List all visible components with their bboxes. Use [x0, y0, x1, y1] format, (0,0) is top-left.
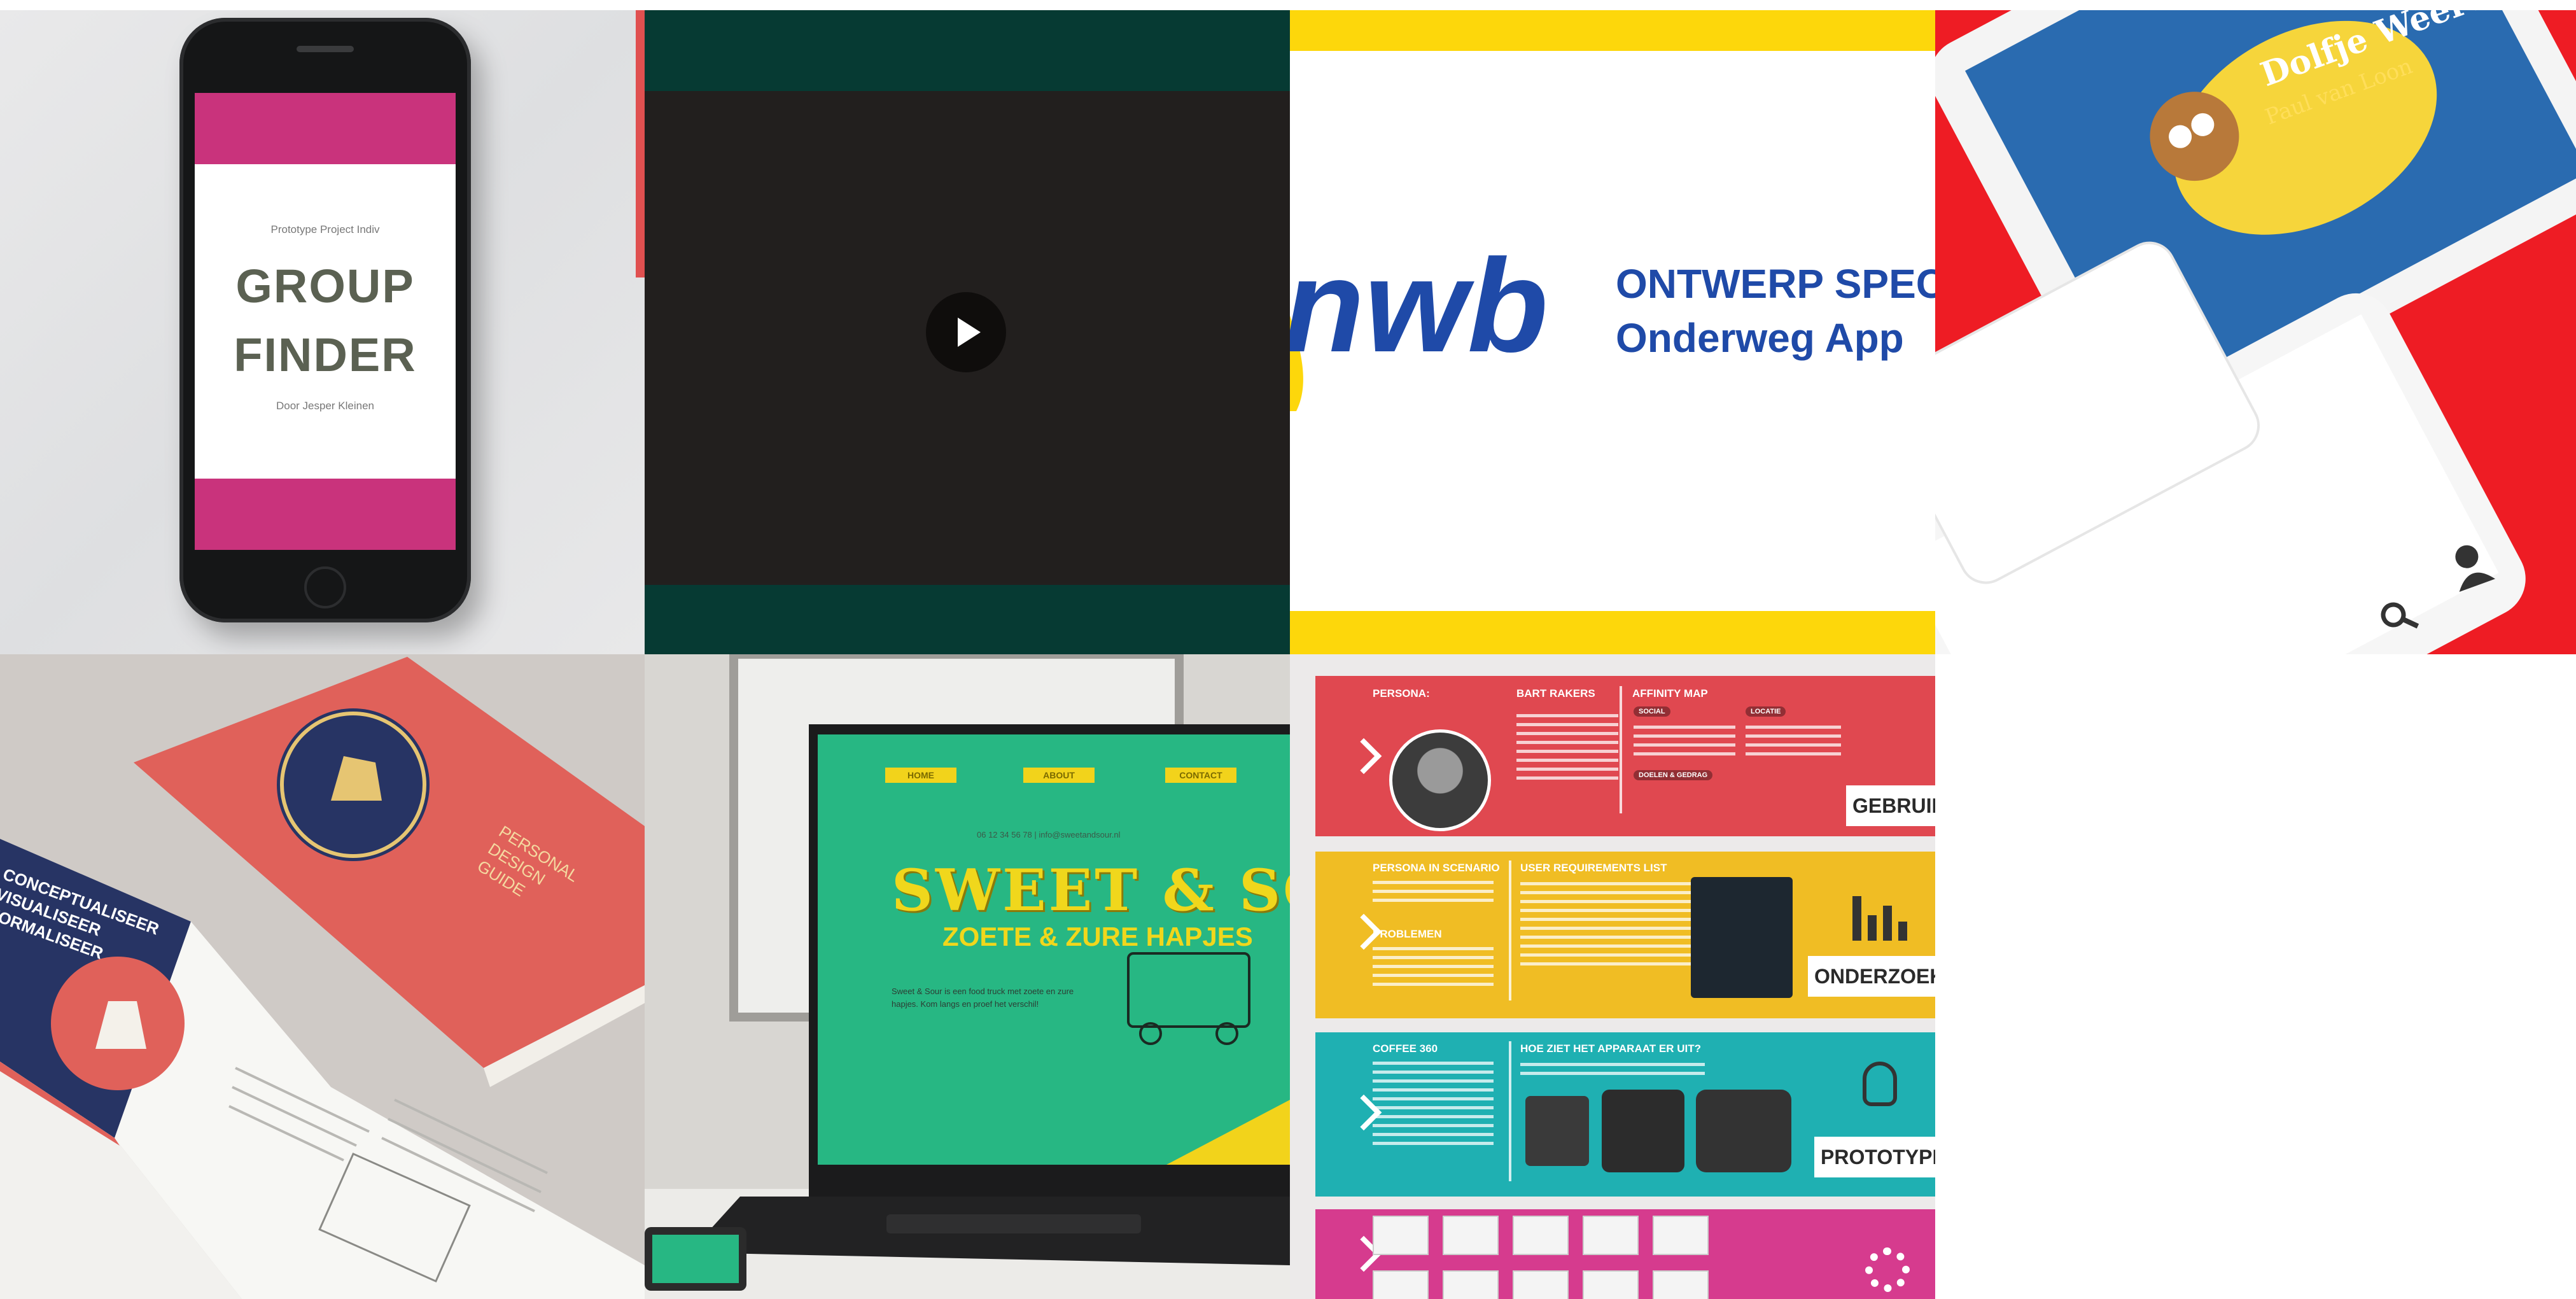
coffee-title: COFFEE 360	[1373, 1043, 1438, 1055]
problemen-notes	[1373, 947, 1494, 992]
anwb-logo-text: nwb	[1290, 232, 1548, 380]
step-thumbnail	[1583, 1216, 1639, 1255]
portfolio-grid: Prototype Project Indiv GROUP FINDER Doo…	[0, 10, 2576, 1299]
bar-chart-icon	[1849, 896, 1912, 941]
step-thumbnail	[1443, 1270, 1499, 1299]
screen-title-line1: GROUP	[235, 260, 415, 312]
nav-about: ABOUT	[1023, 768, 1095, 783]
scenario-notes	[1373, 881, 1494, 908]
poster-section-steps	[1315, 1209, 1935, 1299]
pill-social: SOCIAL	[1634, 706, 1670, 717]
step-thumbnail	[1513, 1270, 1569, 1299]
tile-video[interactable]	[645, 10, 1290, 654]
play-icon[interactable]	[926, 292, 1006, 372]
coffee-notes	[1373, 1062, 1494, 1151]
section-divider	[1509, 1041, 1511, 1181]
section-divider	[1620, 686, 1622, 813]
persona-details	[1516, 714, 1618, 785]
poster-section-prototype: COFFEE 360 HOE ZIET HET APPARAAT ER UIT?…	[1315, 1032, 1935, 1197]
problemen-title: PROBLEMEN	[1373, 928, 1442, 940]
requirements-notes	[1520, 882, 1705, 971]
pill-doelen: DOELEN & GEDRAG	[1634, 770, 1713, 780]
screen-byline: Door Jesper Kleinen	[276, 400, 375, 412]
lightbulb-icon	[1863, 1062, 1897, 1106]
spec-subtitle: Onderweg App	[1616, 315, 1904, 361]
anwb-logo: nwb	[1290, 232, 1548, 411]
affinity-title: AFFINITY MAP	[1632, 687, 1708, 699]
step-thumbnail	[1443, 1216, 1499, 1255]
step-thumbnail	[1373, 1216, 1429, 1255]
persona-label: PERSONA:	[1373, 687, 1430, 699]
poster-section-onderzoek: PERSONA IN SCENARIO PROBLEMEN USER REQUI…	[1315, 852, 1935, 1018]
tile-design-guide[interactable]: PERSONAL DESIGN GUIDE CONCEPTUALISEER VI…	[0, 654, 645, 1299]
persona-name: BART RAKERS	[1516, 687, 1595, 699]
tag-onderzoek: ONDERZOEK	[1808, 956, 1935, 997]
tile-group-finder[interactable]: Prototype Project Indiv GROUP FINDER Doo…	[0, 10, 645, 654]
apparaat-notes	[1520, 1063, 1705, 1081]
research-photo	[1691, 877, 1793, 998]
step-thumbnail	[1583, 1270, 1639, 1299]
tablet-mockup: Dolfje Weerwolfje Paul van Loon	[1935, 10, 2576, 654]
yellow-top-band	[1290, 10, 1935, 51]
screen-title-line2: FINDER	[234, 328, 417, 381]
nav-home: HOME	[885, 768, 956, 783]
requirements-title: USER REQUIREMENTS LIST	[1520, 862, 1667, 874]
books-mockup: PERSONAL DESIGN GUIDE CONCEPTUALISEER VI…	[0, 657, 645, 1299]
device-sketch-3	[1696, 1090, 1791, 1172]
contact-line: 06 12 34 56 78 | info@sweetandsour.nl	[977, 830, 1121, 839]
affinity-notes	[1634, 726, 1735, 761]
laptop-mockup	[645, 654, 1290, 1299]
section-divider	[1509, 860, 1511, 1001]
step-thumbnail	[1513, 1216, 1569, 1255]
sweet-sour-subtitle: ZOETE & ZURE HAPJES	[942, 922, 1253, 951]
screen-title: GROUP FINDER	[195, 252, 456, 390]
step-thumbnail	[1373, 1270, 1429, 1299]
persona-avatar	[1389, 729, 1491, 831]
sweet-sour-body: Sweet & Sour is een food truck met zoete…	[892, 987, 1074, 1009]
phone-mockup: Prototype Project Indiv GROUP FINDER Doo…	[179, 18, 471, 622]
home-button	[304, 566, 346, 608]
locatie-notes	[1746, 726, 1841, 761]
chevron-right-icon	[1345, 738, 1382, 775]
tile-coffee-poster[interactable]: PERSONA: BART RAKERS AFFINITY MAP SOCIAL…	[1290, 654, 1935, 1299]
apparaat-title: HOE ZIET HET APPARAAT ER UIT?	[1520, 1043, 1701, 1055]
yellow-bottom-band	[1290, 611, 1935, 654]
tile-dolfje[interactable]: Dolfje Weerwolfje Paul van Loon	[1935, 10, 2576, 654]
sweet-sour-title: SWEET & SOUR	[892, 857, 1290, 924]
screen-bottom-bar	[195, 479, 456, 550]
tile-anwb[interactable]: nwb ONTWERP SPEC Onderweg App	[1290, 10, 1935, 654]
scenario-title: PERSONA IN SCENARIO	[1373, 862, 1500, 874]
phone-earpiece	[297, 46, 354, 52]
device-sketch-1	[1525, 1096, 1589, 1166]
spec-title: ONTWERP SPEC	[1616, 261, 1935, 307]
empty-tile	[1935, 654, 2576, 1299]
poster-section-persona: PERSONA: BART RAKERS AFFINITY MAP SOCIAL…	[1315, 676, 1935, 836]
tag-prototype: PROTOTYPE	[1814, 1137, 1935, 1177]
pill-locatie: LOCATIE	[1746, 706, 1786, 717]
nav-contact: CONTACT	[1165, 768, 1236, 783]
screen-top-bar	[195, 93, 456, 164]
phone-screen: Prototype Project Indiv GROUP FINDER Doo…	[195, 93, 456, 550]
tag-gebruiker: GEBRUIKER	[1846, 785, 1935, 826]
step-thumbnail	[1653, 1270, 1709, 1299]
step-thumbnail	[1653, 1216, 1709, 1255]
screen-subtitle: Prototype Project Indiv	[270, 223, 380, 235]
tile-sweet-sour[interactable]: HOME ABOUT CONTACT 06 12 34 56 78 | info…	[645, 654, 1290, 1299]
device-sketch-2	[1602, 1090, 1684, 1172]
gear-icon	[1865, 1247, 1910, 1292]
